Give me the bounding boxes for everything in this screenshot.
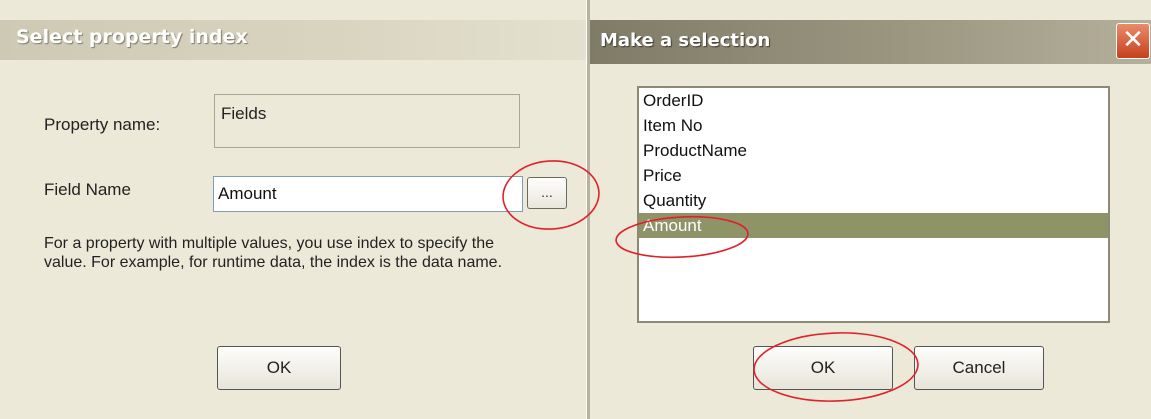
dialog-title: Make a selection [600, 30, 771, 51]
list-item-quantity[interactable]: Quantity [639, 188, 1108, 213]
property-name-value: Fields [221, 104, 267, 123]
field-list[interactable]: OrderID Item No ProductName Price Quanti… [637, 86, 1110, 323]
cancel-button[interactable]: Cancel [914, 346, 1044, 390]
make-selection-dialog: Make a selection ✕ OrderID Item No Produ… [587, 0, 1151, 419]
close-icon[interactable]: ✕ [1116, 23, 1150, 59]
select-property-index-dialog: Select property index Property name: Fie… [0, 0, 586, 419]
property-name-label: Property name: [44, 115, 161, 134]
field-name-label: Field Name [44, 180, 131, 199]
field-name-value: Amount [218, 184, 277, 203]
dialog-title: Select property index [16, 26, 248, 48]
ok-button[interactable]: OK [217, 346, 341, 390]
list-item-price[interactable]: Price [639, 163, 1108, 188]
list-item-item-no[interactable]: Item No [639, 113, 1108, 138]
ok-button[interactable]: OK [753, 346, 893, 390]
field-name-input[interactable]: Amount [213, 176, 523, 212]
list-item-productname[interactable]: ProductName [639, 138, 1108, 163]
list-item-amount[interactable]: Amount [639, 213, 1108, 238]
dialog-title-bar[interactable]: Make a selection ✕ [590, 20, 1151, 64]
dialog-title-bar[interactable]: Select property index [0, 20, 586, 60]
browse-button[interactable]: ... [527, 177, 567, 209]
description-text: For a property with multiple values, you… [44, 235, 503, 271]
property-name-field: Fields [214, 94, 520, 148]
list-item-orderid[interactable]: OrderID [639, 88, 1108, 113]
